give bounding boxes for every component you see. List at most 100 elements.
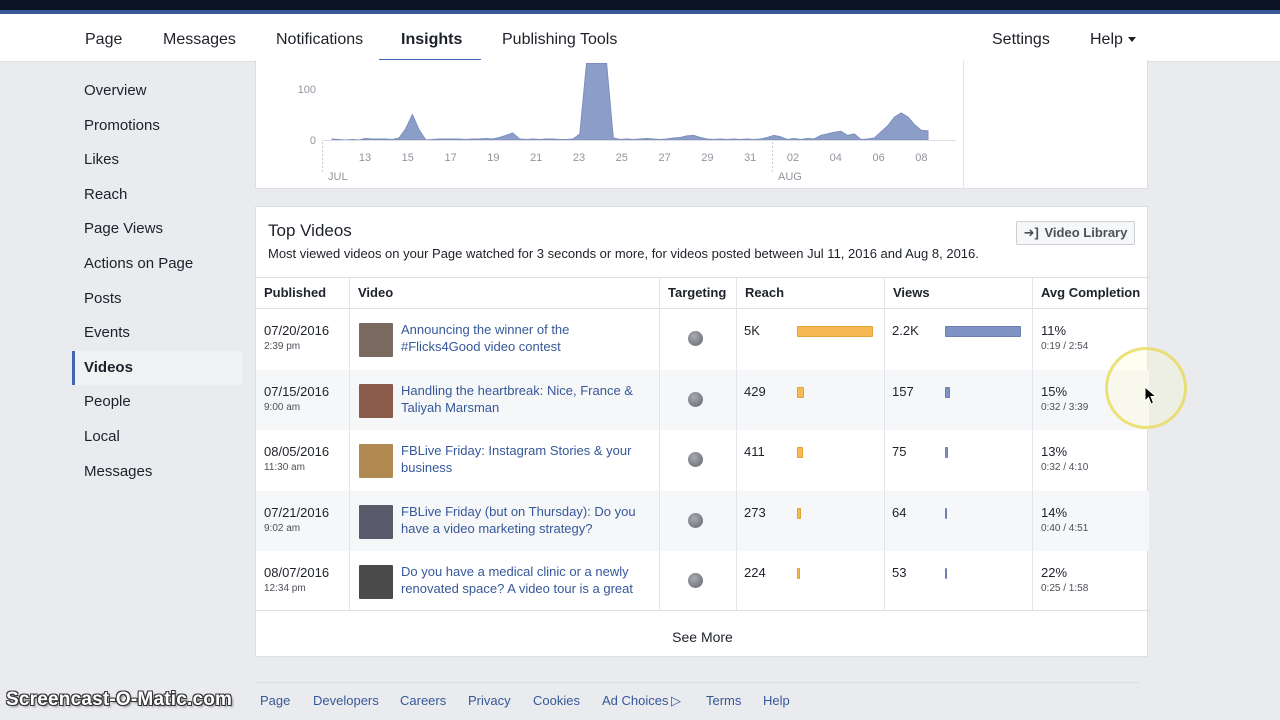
sidebar-item-likes[interactable]: Likes [72, 143, 242, 178]
x-tick-label: 06 [872, 152, 884, 164]
column-divider [736, 277, 737, 610]
column-header-views[interactable]: Views [884, 278, 1032, 309]
sidebar-item-events[interactable]: Events [72, 316, 242, 351]
avg-completion-duration: 0:32 / 4:10 [1041, 462, 1089, 474]
video-title-link[interactable]: Handling the heartbreak: Nice, France & … [401, 382, 641, 416]
y-tick-label: 0 [310, 135, 316, 147]
x-tick-label: 08 [915, 152, 927, 164]
published-date: 07/21/2016 [264, 504, 330, 520]
tab-messages[interactable]: Messages [163, 14, 236, 62]
tab-settings[interactable]: Settings [992, 14, 1050, 62]
footer-link-developers[interactable]: Developers [313, 693, 379, 708]
sidebar-item-videos[interactable]: Videos [72, 350, 242, 386]
avg-completion-duration: 0:25 / 1:58 [1041, 583, 1089, 595]
x-tick-label: 13 [359, 152, 371, 164]
footer-link-terms[interactable]: Terms [706, 693, 741, 708]
see-more-button[interactable]: See More [256, 610, 1149, 657]
window-top-strip [0, 0, 1280, 14]
sidebar-item-overview[interactable]: Overview [72, 74, 242, 109]
reach-bar [797, 447, 803, 459]
video-title-link[interactable]: FBLive Friday (but on Thursday): Do you … [401, 503, 641, 537]
x-tick-label: 15 [402, 152, 414, 164]
x-tick-label: 21 [530, 152, 542, 164]
column-header-video: Video [349, 278, 659, 309]
x-tick-label: 04 [830, 152, 842, 164]
published-date: 07/15/2016 [264, 383, 330, 399]
tab-insights[interactable]: Insights [401, 14, 462, 62]
globe-icon [688, 452, 703, 468]
views-bar [945, 326, 1021, 337]
column-divider [659, 277, 660, 610]
footer-link-careers[interactable]: Careers [400, 693, 446, 708]
table-row: 07/21/2016 9:02 am FBLive Friday (but on T… [256, 490, 1149, 552]
sidebar-item-reach[interactable]: Reach [72, 178, 242, 213]
avg-completion-percent: 13% [1041, 444, 1068, 460]
video-views-chart: 100 0 13 15 17 19 21 23 25 27 29 31 02 04 06 08 JUL AUG [298, 63, 956, 183]
x-tick-label: 19 [487, 152, 499, 164]
globe-icon [688, 331, 703, 346]
sidebar-item-actions-on-page[interactable]: Actions on Page [72, 247, 242, 282]
video-thumbnail[interactable] [359, 504, 393, 539]
published-date: 07/20/2016 [264, 323, 330, 338]
footer-link-cookies[interactable]: Cookies [533, 693, 580, 708]
avg-completion-percent: 11% [1041, 323, 1067, 338]
sidebar-item-page-views[interactable]: Page Views [72, 212, 242, 247]
avg-completion-percent: 14% [1041, 504, 1068, 520]
column-divider [1032, 277, 1033, 610]
video-thumbnail[interactable] [359, 383, 393, 418]
views-area [331, 63, 929, 141]
mouse-pointer-icon [1144, 386, 1158, 405]
month-label: AUG [778, 171, 802, 183]
table-row: 08/07/2016 12:34 pm Do you have a medical … [256, 551, 1149, 612]
table-row: 07/15/2016 9:00 am Handling the heartbreak… [256, 369, 1149, 431]
video-thumbnail[interactable] [359, 323, 393, 357]
video-thumbnail[interactable] [359, 444, 393, 479]
column-divider [349, 277, 350, 610]
reach-value: 224 [744, 565, 766, 581]
column-header-avg-completion[interactable]: Avg Completion [1032, 278, 1149, 309]
insights-sidebar: Overview Promotions Likes Reach Page Views Ac… [72, 74, 242, 489]
month-label: JUL [328, 171, 348, 183]
column-header-reach[interactable]: Reach [736, 278, 884, 309]
x-tick-label: 23 [573, 152, 585, 164]
x-tick-label: 17 [444, 152, 456, 164]
video-title-link[interactable]: FBLive Friday: Instagram Stories & your … [401, 442, 641, 476]
footer-link-ad-choices[interactable]: Ad Choices [602, 693, 668, 708]
footer-link-page[interactable]: Page [260, 693, 290, 708]
tab-publishing-tools[interactable]: Publishing Tools [502, 14, 617, 62]
published-date: 08/05/2016 [264, 444, 330, 460]
sidebar-item-people[interactable]: People [72, 385, 242, 420]
reach-value: 273 [744, 504, 766, 520]
table-row: 08/05/2016 11:30 am FBLive Friday: Instagr… [256, 430, 1149, 491]
video-thumbnail[interactable] [359, 565, 393, 600]
video-title-link[interactable]: Announcing the winner of the #Flicks4Goo… [401, 321, 641, 355]
avg-completion-duration: 0:32 / 3:39 [1041, 401, 1089, 413]
sidebar-item-local[interactable]: Local [72, 420, 242, 455]
views-value: 53 [892, 565, 907, 581]
video-library-button[interactable]: ➜] Video Library [1016, 221, 1135, 245]
page-nav-bar: Page Messages Notifications Insights Pub… [0, 14, 1280, 62]
sidebar-item-posts[interactable]: Posts [72, 282, 242, 317]
help-menu[interactable]: Help [1090, 14, 1136, 62]
views-bar [945, 507, 947, 519]
footer-link-privacy[interactable]: Privacy [468, 693, 511, 708]
reach-value: 411 [744, 444, 765, 460]
footer-link-help[interactable]: Help [763, 693, 790, 708]
column-header-published[interactable]: Published [256, 278, 349, 309]
tab-notifications[interactable]: Notifications [276, 14, 363, 62]
chart-divider [963, 60, 964, 188]
globe-icon [688, 512, 703, 528]
table-row: 07/20/2016 2:39 pm Announcing the winner o… [256, 309, 1149, 370]
reach-bar [797, 507, 801, 519]
published-time: 9:00 am [264, 401, 301, 413]
chevron-down-icon [1127, 37, 1136, 42]
reach-value: 5K [744, 323, 760, 338]
tab-page[interactable]: Page [85, 14, 122, 62]
ad-choices-icon: ▷ [671, 693, 681, 708]
sidebar-item-promotions[interactable]: Promotions [72, 109, 242, 144]
video-title-link[interactable]: Do you have a medical clinic or a newly … [401, 563, 641, 597]
sidebar-item-messages[interactable]: Messages [72, 455, 242, 490]
reach-bar [797, 386, 804, 398]
video-views-chart-card: 100 0 13 15 17 19 21 23 25 27 29 31 02 04 06 08 JUL AUG [255, 60, 1148, 189]
help-label: Help [1090, 31, 1123, 48]
